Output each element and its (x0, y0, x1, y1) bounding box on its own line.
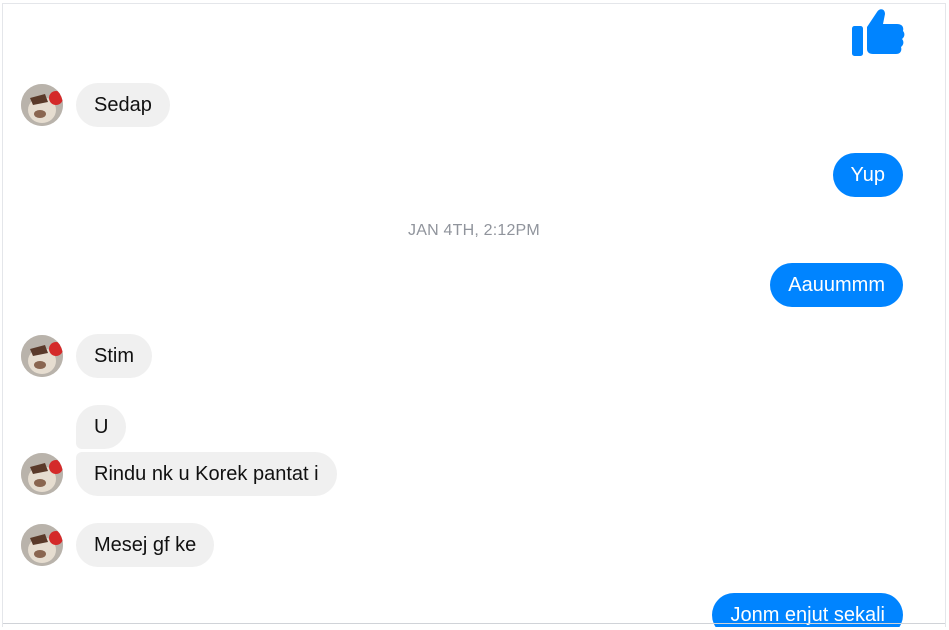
message-text: Rindu nk u Korek pantat i (94, 463, 319, 485)
message-thread: Sedap Yup JAN 4TH, 2:12PM Aauummm Stim U (2, 3, 946, 627)
message-text: Sedap (94, 94, 152, 116)
message-text: Yup (850, 164, 885, 186)
outgoing-message[interactable]: Jonm enjut sekali (712, 593, 903, 627)
contact-avatar[interactable] (21, 524, 63, 566)
incoming-message[interactable]: Stim (76, 334, 152, 378)
avatar-image (21, 84, 63, 126)
timestamp-divider: JAN 4TH, 2:12PM (408, 222, 540, 239)
contact-avatar[interactable] (21, 335, 63, 377)
avatar-image (21, 453, 63, 495)
avatar-image (21, 335, 63, 377)
contact-avatar[interactable] (21, 453, 63, 495)
thumbs-up-icon[interactable] (847, 6, 905, 58)
message-text: Stim (94, 345, 134, 367)
message-text: U (94, 416, 109, 438)
outgoing-message[interactable]: Aauummm (770, 263, 903, 307)
message-text: Mesej gf ke (94, 534, 197, 556)
message-text: Aauummm (788, 274, 885, 296)
composer-divider (3, 623, 945, 624)
outgoing-message[interactable]: Yup (832, 153, 903, 197)
avatar-image (21, 524, 63, 566)
incoming-message[interactable]: U (76, 405, 127, 449)
incoming-message[interactable]: Mesej gf ke (76, 523, 215, 567)
contact-avatar[interactable] (21, 84, 63, 126)
incoming-message[interactable]: Sedap (76, 83, 170, 127)
incoming-message[interactable]: Rindu nk u Korek pantat i (76, 452, 337, 496)
